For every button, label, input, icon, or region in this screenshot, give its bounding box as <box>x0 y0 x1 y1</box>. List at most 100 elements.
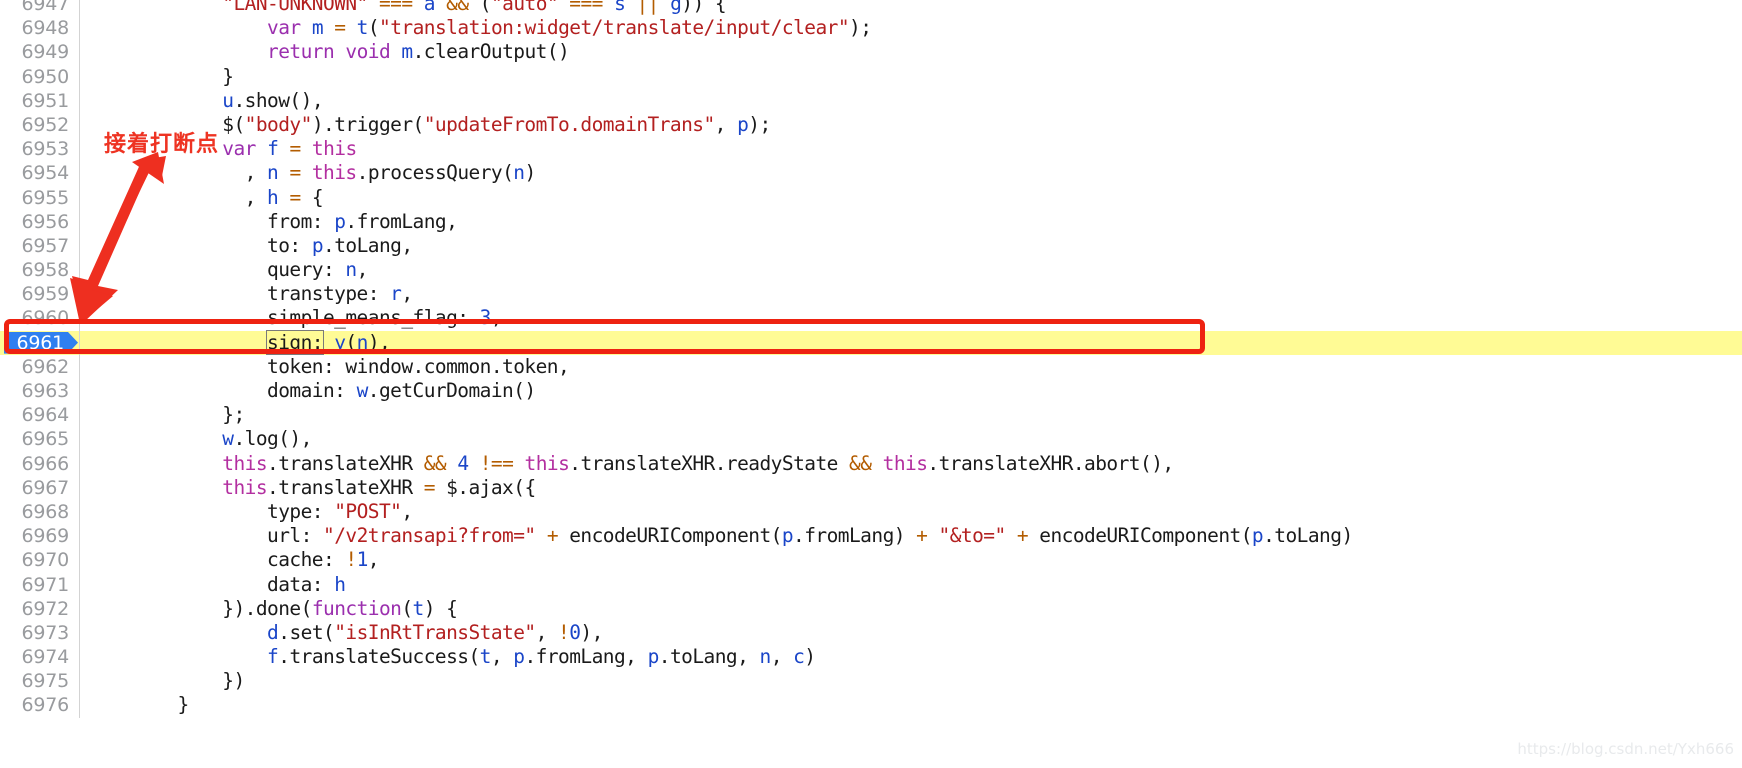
line-number[interactable]: 6954 <box>0 161 78 185</box>
gutter-divider <box>79 40 80 65</box>
line-number[interactable]: 6965 <box>0 427 78 451</box>
line-number[interactable]: 6950 <box>0 65 78 89</box>
code-line-row[interactable]: 6947 "LAN-UNKNOWN" === a && ("auto" === … <box>0 0 1742 17</box>
code-line-row[interactable]: 6957 to: p.toLang, <box>0 233 1742 259</box>
code-text[interactable]: }) <box>88 669 245 693</box>
code-text[interactable]: }; <box>88 403 245 427</box>
line-number[interactable]: 6966 <box>0 452 78 476</box>
gutter-divider <box>79 451 80 476</box>
watermark-text: https://blog.csdn.net/Yxh666 <box>1517 740 1734 758</box>
code-line-row[interactable]: 6958 query: n, <box>0 258 1742 283</box>
code-text[interactable]: type: "POST", <box>88 500 413 524</box>
code-text[interactable]: transtype: r, <box>88 282 413 306</box>
line-number[interactable]: 6963 <box>0 379 78 403</box>
code-line-row[interactable]: 6951 u.show(), <box>0 88 1742 113</box>
code-text[interactable]: data: h <box>88 573 346 597</box>
code-line-row[interactable]: 6962 token: window.common.token, <box>0 354 1742 379</box>
code-line-row[interactable]: 6971 data: h <box>0 572 1742 597</box>
code-line-row[interactable]: 6963 domain: w.getCurDomain() <box>0 379 1742 404</box>
code-text[interactable]: token: window.common.token, <box>88 355 570 379</box>
code-text[interactable]: var m = t("translation:widget/translate/… <box>88 16 872 40</box>
line-number[interactable]: 6972 <box>0 597 78 621</box>
code-line-row[interactable]: 6976 } <box>0 693 1742 718</box>
code-text[interactable]: this.translateXHR && 4 !== this.translat… <box>88 452 1174 476</box>
code-line-row[interactable]: 6965 w.log(), <box>0 427 1742 452</box>
line-number[interactable]: 6967 <box>0 476 78 500</box>
code-line-row[interactable]: 6975 }) <box>0 669 1742 694</box>
line-number[interactable]: 6968 <box>0 500 78 524</box>
code-line-row[interactable]: 6954 , n = this.processQuery(n) <box>0 161 1742 186</box>
line-number[interactable]: 6955 <box>0 186 78 210</box>
code-line-row[interactable]: 6970 cache: !1, <box>0 548 1742 573</box>
code-text[interactable]: , h = { <box>88 186 324 210</box>
code-line-row[interactable]: 6955 , h = { <box>0 185 1742 210</box>
line-number[interactable]: 6947 <box>0 0 78 16</box>
line-number[interactable]: 6948 <box>0 16 78 40</box>
line-number[interactable]: 6969 <box>0 524 78 548</box>
code-text[interactable]: }).done(function(t) { <box>88 597 458 621</box>
code-line-row[interactable]: 6973 d.set("isInRtTransState", !0), <box>0 620 1742 646</box>
code-line-row[interactable]: 6949 return void m.clearOutput() <box>0 40 1742 65</box>
line-number[interactable]: 6956 <box>0 210 78 234</box>
code-text[interactable]: u.show(), <box>88 89 323 113</box>
line-number[interactable]: 6970 <box>0 548 78 572</box>
line-number[interactable]: 6962 <box>0 355 78 379</box>
search-match-highlight: sign: <box>266 329 324 355</box>
line-number[interactable]: 6953 <box>0 137 78 161</box>
code-line-row[interactable]: 6952 $("body").trigger("updateFromTo.dom… <box>0 112 1742 138</box>
code-text[interactable]: this.translateXHR = $.ajax({ <box>88 476 536 500</box>
code-text[interactable]: , n = this.processQuery(n) <box>88 161 537 185</box>
code-text[interactable]: from: p.fromLang, <box>88 210 458 234</box>
line-number[interactable]: 6973 <box>0 621 78 645</box>
line-number[interactable]: 6949 <box>0 40 78 64</box>
code-text[interactable]: domain: w.getCurDomain() <box>88 379 536 403</box>
code-text[interactable]: } <box>88 65 234 89</box>
code-line-row[interactable]: 6950 } <box>0 64 1742 89</box>
line-number[interactable]: 6971 <box>0 573 78 597</box>
code-line-row[interactable]: 6967 this.translateXHR = $.ajax({ <box>0 475 1742 500</box>
line-number[interactable]: 6976 <box>0 693 78 717</box>
gutter-divider <box>79 524 80 549</box>
line-number[interactable]: 6964 <box>0 403 78 427</box>
code-text[interactable]: d.set("isInRtTransState", !0), <box>88 621 603 645</box>
code-text[interactable]: simple_means_flag: 3, <box>88 306 503 330</box>
line-number[interactable]: 6952 <box>0 113 78 137</box>
line-number[interactable]: 6957 <box>0 234 78 258</box>
code-text[interactable]: w.log(), <box>88 427 312 451</box>
line-number[interactable]: 6974 <box>0 645 78 669</box>
code-line-row[interactable]: 6972 }).done(function(t) { <box>0 596 1742 621</box>
code-text[interactable]: cache: !1, <box>88 548 380 572</box>
line-number[interactable]: 6951 <box>0 89 78 113</box>
code-text[interactable]: f.translateSuccess(t, p.fromLang, p.toLa… <box>88 645 816 669</box>
code-line-row[interactable]: 6959 transtype: r, <box>0 282 1742 307</box>
gutter-divider <box>79 475 80 500</box>
code-text[interactable]: to: p.toLang, <box>88 234 413 258</box>
code-line-row[interactable]: 6948 var m = t("translation:widget/trans… <box>0 16 1742 41</box>
code-line-row[interactable]: 6969 url: "/v2transapi?from=" + encodeUR… <box>0 524 1742 549</box>
code-text[interactable]: return void m.clearOutput() <box>88 40 570 64</box>
code-line-row[interactable]: 6960 simple_means_flag: 3, <box>0 306 1742 331</box>
line-number[interactable]: 6958 <box>0 258 78 282</box>
annotation-label: 接着打断点 <box>104 132 220 157</box>
line-number[interactable]: 6959 <box>0 282 78 306</box>
code-line-row[interactable]: 6974 f.translateSuccess(t, p.fromLang, p… <box>0 645 1742 670</box>
code-text[interactable]: "LAN-UNKNOWN" === a && ("auto" === s || … <box>88 0 726 16</box>
code-line-row[interactable]: 6953 var f = this <box>0 137 1742 162</box>
gutter-divider <box>79 112 80 138</box>
code-text[interactable]: sign: y(n), <box>88 329 391 355</box>
line-number[interactable]: 6960 <box>0 306 78 330</box>
line-number[interactable]: 6975 <box>0 669 78 693</box>
code-line-row[interactable]: 6956 from: p.fromLang, <box>0 209 1742 234</box>
code-text[interactable]: url: "/v2transapi?from=" + encodeURIComp… <box>88 524 1353 548</box>
gutter-divider <box>79 403 80 428</box>
code-line-row[interactable]: 6964 }; <box>0 403 1742 428</box>
gutter-divider <box>79 645 80 670</box>
code-text[interactable]: } <box>88 693 190 717</box>
breakpoint-line-number[interactable]: 6961 <box>0 331 78 355</box>
code-line-row-active[interactable]: 6961 sign: y(n), <box>0 329 1742 355</box>
gutter-divider <box>79 693 80 718</box>
code-text[interactable]: query: n, <box>88 258 368 282</box>
code-line-row[interactable]: 6968 type: "POST", <box>0 499 1742 525</box>
code-line-row[interactable]: 6966 this.translateXHR && 4 !== this.tra… <box>0 451 1742 476</box>
code-editor-viewport[interactable]: 6947 "LAN-UNKNOWN" === a && ("auto" === … <box>0 0 1742 768</box>
